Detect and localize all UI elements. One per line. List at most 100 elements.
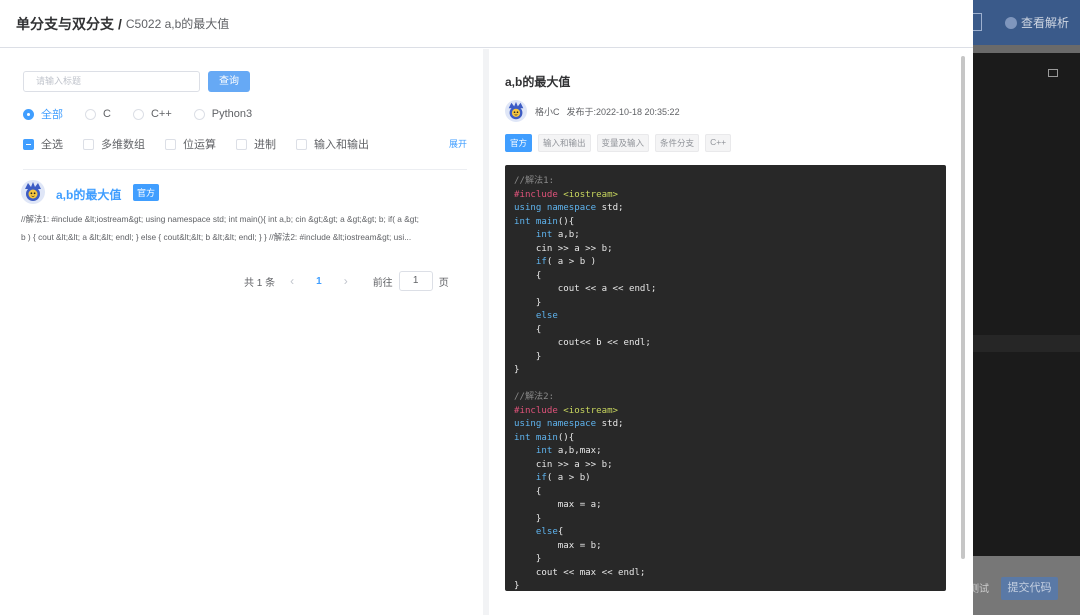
code-line: #include <iostream> [514,405,619,416]
radio-python3[interactable]: Python3 [193,106,253,122]
page-number[interactable]: 1 [316,276,322,287]
radio-label: Python3 [211,108,253,120]
checkbox-label: 输入和输出 [314,139,369,151]
tag: C++ [705,134,732,152]
code-line: else [535,311,558,321]
code-line: cout << a << endl; [514,284,657,294]
background-select-box [973,13,982,31]
editor-current-line [973,335,1080,352]
tag: 条件分支 [655,134,700,152]
radio-cpp[interactable]: C++ [132,106,172,122]
code-line: cout << max << endl; [514,567,646,578]
goto-label: 前往 [372,277,393,289]
code-content: //解法1: #include <iostream> using namespace… [514,175,937,591]
checkbox-label: 进制 [254,139,276,151]
avatar-icon [21,180,45,204]
background-topbar: 查看解析 [973,0,1080,45]
checkbox-icon [165,138,176,150]
radio-c[interactable]: C [85,106,111,122]
checkbox-select-all[interactable]: 全选 [23,136,63,152]
author-name: 格小C [535,106,560,117]
search-bar: 请输入标题 查询 [23,71,250,92]
checkbox-label: 全选 [41,139,63,151]
search-input[interactable]: 请输入标题 [23,71,200,92]
radio-label: C++ [150,108,172,120]
code-block: //解法1: #include <iostream> using namespace… [505,165,946,591]
checkbox-label: 多维数组 [101,139,145,151]
page-unit-label: 页 [438,277,449,289]
checkbox-multi-array[interactable]: 多维数组 [83,136,145,152]
code-line: } [514,554,542,564]
view-analysis-button[interactable]: 查看解析 [1005,14,1069,31]
radio-circle-icon [193,108,205,120]
tag-official: 官方 [505,134,533,152]
checkbox-io[interactable]: 输入和输出 [296,136,369,152]
detail-title: a,b的最大值 [505,75,571,89]
language-filter: 全部 C C++ Python3 [23,106,274,122]
code-line: } [514,581,520,591]
checkbox-label: 位运算 [183,139,216,151]
background-editor [973,53,1080,556]
code-line: } [514,513,542,524]
prev-page-icon[interactable]: ‹ [290,274,294,288]
solution-list-panel: 请输入标题 查询 全部 C C++ Python3 全选 多维数组 位运算 进制… [0,49,483,615]
radio-circle-icon [132,108,144,120]
code-line: int main(){ [514,432,575,443]
goto-page-input[interactable]: 1 [398,271,433,291]
solution-title[interactable]: a,b的最大值 [56,186,121,203]
checkbox-icon [296,138,307,150]
breadcrumb-chapter: 单分支与双分支 [16,15,114,32]
code-line: cout<< b << endl; [514,338,651,348]
code-line: cin >> a >> b; [514,243,613,254]
code-line: int main(){ [514,216,575,227]
detail-tags: 官方 输入和输出 变量及输入 条件分支 C++ [505,134,732,152]
code-line: //解法1: [514,176,555,186]
radio-label: 全部 [41,109,63,121]
code-line: int a,b,max; [535,446,602,456]
background-app: 查看解析 测试 提交代码 [969,0,1080,615]
author-info: 格小C 发布于:2022-10-18 20:35:22 [505,100,680,122]
checkbox-indeterminate-icon [23,138,34,150]
pagination: 共 1 条 ‹ 1 › 前往 1 页 [244,271,449,291]
monitor-icon[interactable] [1048,69,1058,77]
drawer-header: 单分支与双分支 / C5022 a,b的最大值 [0,0,973,48]
code-line: cin >> a >> b; [514,459,613,470]
checkbox-radix[interactable]: 进制 [236,136,276,152]
code-line: else{ [535,527,564,537]
publish-time: 发布于:2022-10-18 20:35:22 [566,106,680,117]
excerpt-line: //解法1: #include &lt;iostream&gt; using n… [21,214,419,224]
next-page-icon[interactable]: › [344,274,348,288]
code-line: int a,b; [535,230,580,240]
code-line: using namespace std; [514,419,624,429]
checkbox-bit-ops[interactable]: 位运算 [165,136,216,152]
divider [23,169,467,170]
code-line: { [514,270,542,281]
checkbox-icon [236,138,247,150]
tag-filter: 全选 多维数组 位运算 进制 输入和输出 [23,136,389,152]
analysis-icon [1005,16,1017,29]
code-line: { [514,324,542,335]
search-button[interactable]: 查询 [208,71,250,92]
code-line: } [514,351,542,362]
radio-all[interactable]: 全部 [23,106,63,122]
solutions-drawer: 单分支与双分支 / C5022 a,b的最大值 请输入标题 查询 全部 C C+… [0,0,973,615]
code-line: { [514,486,542,497]
submit-code-button[interactable]: 提交代码 [1001,577,1058,600]
radio-label: C [103,108,111,120]
scrollbar[interactable] [961,56,965,559]
code-line: using namespace std; [514,203,624,213]
view-analysis-label: 查看解析 [1021,16,1070,30]
code-line: #include <iostream> [514,189,619,200]
avatar-icon [505,100,527,122]
excerpt-line: b ) { cout &lt;&lt; a &lt;&lt; endl; } e… [21,232,412,242]
code-line: //解法2: [514,392,555,402]
code-line: max = a; [514,500,602,510]
expand-link[interactable]: 展开 [449,137,467,150]
official-badge: 官方 [133,184,160,201]
solution-detail-panel: a,b的最大值 格小C 发布于:2022-10-18 20:35:22 官方 输… [489,49,973,615]
code-line: max = b; [514,540,602,551]
tag: 输入和输出 [538,134,591,152]
solution-excerpt: //解法1: #include &lt;iostream&gt; using n… [21,210,467,246]
breadcrumb-separator: / [118,15,122,32]
